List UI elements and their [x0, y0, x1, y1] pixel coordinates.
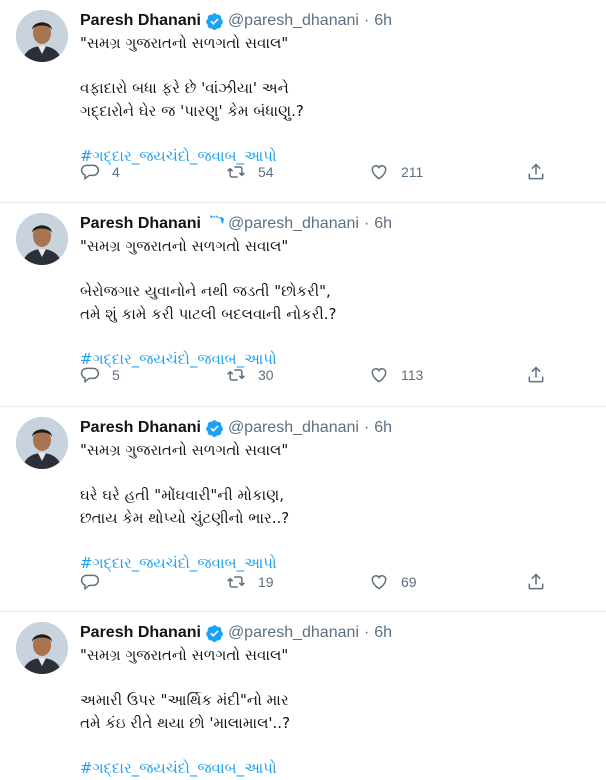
retweet-icon — [227, 576, 245, 588]
retweet-icon — [227, 166, 245, 178]
timestamp[interactable]: 6h — [374, 215, 392, 233]
tweet-text: "સમગ્ર ગુજરાતનો સળગતો સવાલ" વફાદારો બધા … — [80, 32, 590, 168]
verified-badge-icon — [205, 624, 224, 643]
reply-icon — [80, 164, 100, 181]
verified-badge-icon — [205, 419, 224, 438]
author-name[interactable]: Paresh Dhanani — [80, 624, 201, 642]
heart-icon — [371, 165, 387, 180]
author-name[interactable]: Paresh Dhanani — [80, 215, 201, 233]
author-handle[interactable]: @paresh_dhanani — [228, 419, 359, 437]
heart-icon — [371, 368, 387, 383]
retweet-button[interactable]: 54 — [226, 162, 274, 182]
separator-dot: · — [363, 624, 370, 641]
tweet-title-line: "સમગ્ર ગુજરાતનો સળગતો સવાલ" — [80, 646, 289, 664]
tweet-header: Paresh Dhanani @paresh_dhanani · 6h — [80, 407, 590, 439]
avatar[interactable] — [16, 622, 68, 674]
heart-icon — [371, 575, 387, 590]
tweet[interactable]: Paresh Dhanani @paresh_dhanani · 6h "સમગ… — [0, 407, 606, 612]
author-name[interactable]: Paresh Dhanani — [80, 419, 201, 437]
reply-button[interactable]: 5 — [80, 365, 120, 385]
hashtag-link[interactable]: #ગદ્દાર_જયચંદો_જવાબ_આપો — [80, 348, 590, 371]
tweet-header: Paresh Dhanani @paresh_dhanani · 6h — [80, 612, 590, 644]
like-count: 113 — [401, 367, 424, 383]
author-handle[interactable]: @paresh_dhanani — [228, 12, 359, 30]
verified-badge-icon — [205, 12, 224, 31]
author-name[interactable]: Paresh Dhanani — [80, 12, 201, 30]
like-button[interactable]: 211 — [369, 162, 423, 182]
avatar[interactable] — [16, 417, 68, 469]
tweet[interactable]: Paresh Dhanani @paresh_dhanani · 6h "સમગ… — [0, 0, 606, 203]
reply-icon — [80, 574, 100, 591]
reply-button[interactable] — [80, 572, 112, 592]
tweet-line: છતાય કેમ થોપ્યો ચુંટણીનો ભાર..? — [80, 509, 290, 527]
share-icon — [528, 573, 544, 590]
share-button[interactable] — [526, 162, 546, 182]
tweet-line: ઘરે ઘરે હતી "મોંઘવારી"ની મોકાણ, — [80, 486, 284, 504]
tweet[interactable]: Paresh Dhanani @paresh_dhanani · 6h "સમગ… — [0, 203, 606, 407]
retweet-button[interactable]: 19 — [226, 572, 274, 592]
tweet-line: વફાદારો બધા ફરે છે 'વાંઝીયા' અને — [80, 79, 289, 97]
like-count: 211 — [401, 164, 424, 180]
tweet-title-line: "સમગ્ર ગુજરાતનો સળગતો સવાલ" — [80, 34, 289, 52]
reply-button[interactable]: 4 — [80, 162, 120, 182]
tweet-line: અમારી ઉપર "આર્થિક મંદી"નો માર — [80, 691, 289, 709]
tweet-text: "સમગ્ર ગુજરાતનો સળગતો સવાલ" અમારી ઉપર "આ… — [80, 644, 590, 780]
author-handle[interactable]: @paresh_dhanani — [228, 624, 359, 642]
share-button[interactable] — [526, 365, 546, 385]
separator-dot: · — [363, 215, 370, 232]
share-icon — [528, 163, 544, 180]
tweet-line: તમે શું કામે કરી પાટલી બદલવાની નોકરી.? — [80, 305, 337, 323]
tweet-title-line: "સમગ્ર ગુજરાતનો સળગતો સવાલ" — [80, 441, 289, 459]
timestamp[interactable]: 6h — [374, 419, 392, 437]
tweet-text: "સમગ્ર ગુજરાતનો સળગતો સવાલ" ઘરે ઘરે હતી … — [80, 439, 590, 575]
tweet-feed: Paresh Dhanani @paresh_dhanani · 6h "સમગ… — [0, 0, 606, 777]
like-button[interactable]: 113 — [369, 365, 423, 385]
tweet[interactable]: Paresh Dhanani @paresh_dhanani · 6h "સમગ… — [0, 612, 606, 777]
tweet-header: Paresh Dhanani @paresh_dhanani · 6h — [80, 0, 590, 32]
retweet-count: 19 — [258, 574, 274, 590]
timestamp[interactable]: 6h — [374, 624, 392, 642]
author-handle[interactable]: @paresh_dhanani — [228, 215, 359, 233]
retweet-button[interactable]: 30 — [226, 365, 274, 385]
hashtag-link[interactable]: #ગદ્દાર_જયચંદો_જવાબ_આપો — [80, 757, 590, 780]
reply-icon — [80, 367, 100, 384]
hashtag-link[interactable]: #ગદ્દાર_જયચંદો_જવાબ_આપો — [80, 552, 590, 575]
tweet-header: Paresh Dhanani @paresh_dhanani · 6h — [80, 203, 590, 235]
retweet-count: 30 — [258, 367, 274, 383]
tweet-text: "સમગ્ર ગુજરાતનો સળગતો સવાલ" બેરોજગાર યુવ… — [80, 235, 590, 371]
reply-count: 4 — [112, 164, 120, 180]
avatar[interactable] — [16, 213, 68, 265]
hashtag-link[interactable]: #ગદ્દાર_જયચંદો_જવાબ_આપો — [80, 145, 590, 168]
separator-dot: · — [363, 419, 370, 436]
tweet-line: ગદ્દારોને ઘેર જ 'પારણુ' કેમ બંધાણુ.? — [80, 102, 304, 120]
reply-count: 5 — [112, 367, 120, 383]
tweet-title-line: "સમગ્ર ગુજરાતનો સળગતો સવાલ" — [80, 237, 289, 255]
retweet-icon — [227, 369, 245, 381]
verified-badge-icon — [205, 214, 225, 234]
tweet-line: બેરોજગાર યુવાનોને નથી જડતી "છોકરી", — [80, 282, 331, 300]
share-icon — [528, 366, 544, 383]
timestamp[interactable]: 6h — [374, 12, 392, 30]
separator-dot: · — [363, 12, 370, 29]
like-count: 69 — [401, 574, 417, 590]
avatar[interactable] — [16, 10, 68, 62]
retweet-count: 54 — [258, 164, 274, 180]
like-button[interactable]: 69 — [369, 572, 417, 592]
tweet-line: તમે કંઇ રીતે થયા છો 'માલામાલ'..? — [80, 714, 291, 732]
share-button[interactable] — [526, 572, 546, 592]
